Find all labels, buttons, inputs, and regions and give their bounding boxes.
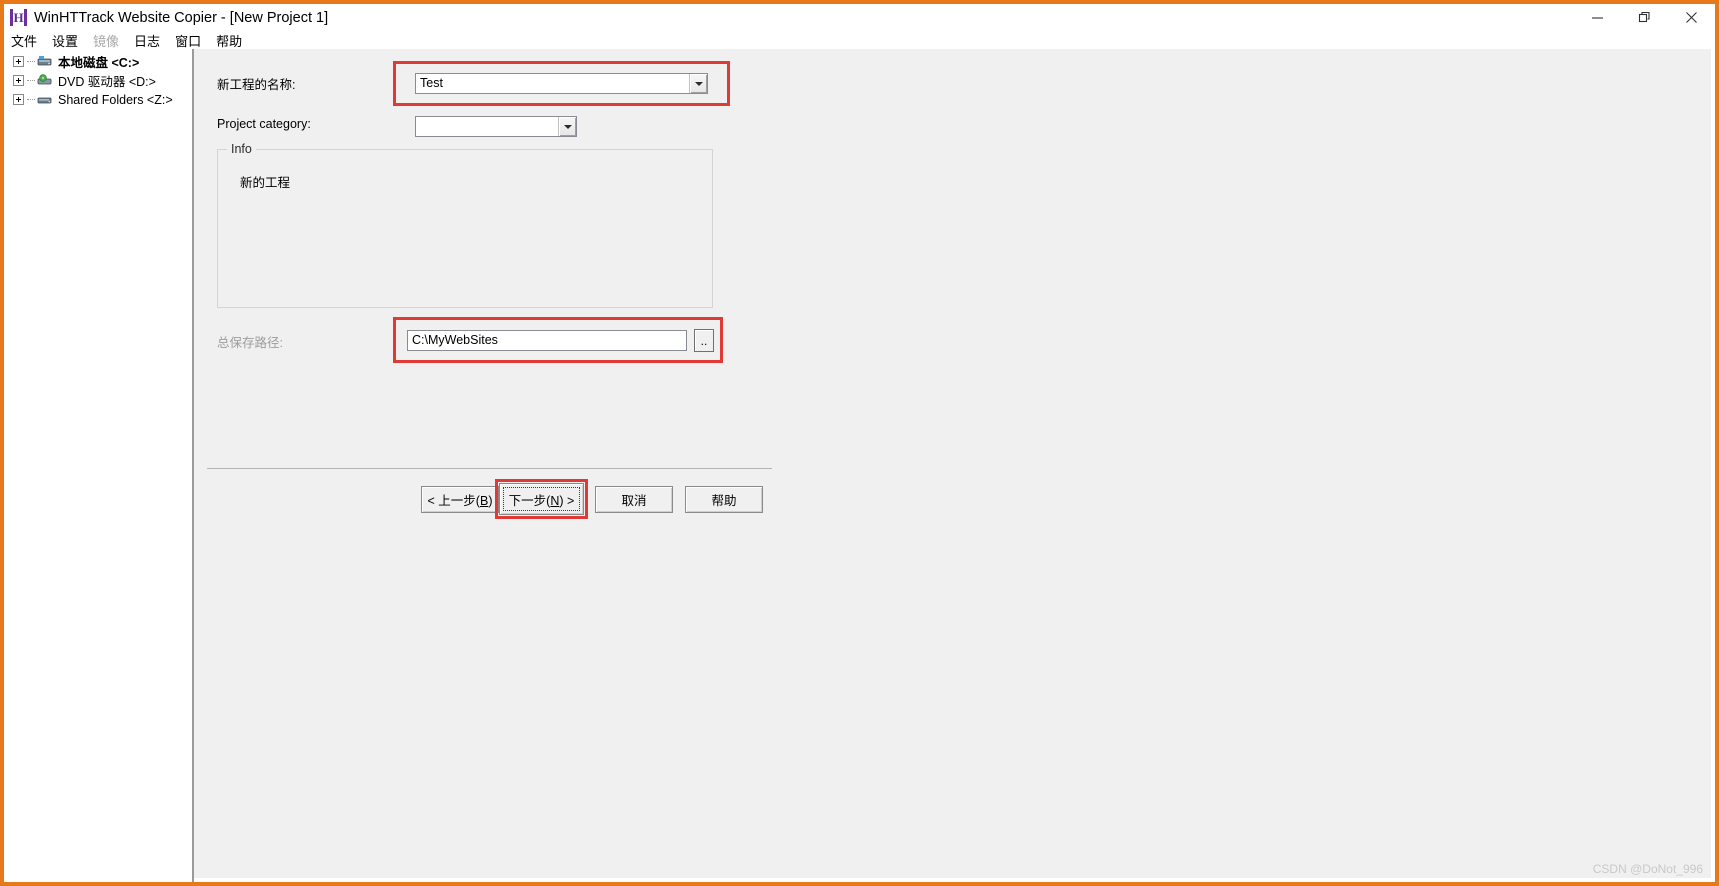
project-name-combobox[interactable]: Test <box>415 73 708 94</box>
network-drive-icon <box>37 93 53 107</box>
sidebar-drive-tree: 本地磁盘 <C:> DVD 驱动器 <D:> Shared Folders <Z… <box>8 49 194 882</box>
menu-file[interactable]: 文件 <box>11 31 37 50</box>
menu-log[interactable]: 日志 <box>134 31 160 50</box>
dvd-drive-icon <box>37 73 53 88</box>
back-button[interactable]: < 上一步(B) <box>421 486 499 513</box>
save-path-label: 总保存路径: <box>217 336 283 350</box>
info-groupbox-title: Info <box>227 142 256 156</box>
sidebar-item-label: 本地磁盘 <C:> <box>58 56 140 70</box>
menu-mirror[interactable]: 镜像 <box>93 31 119 50</box>
tree-connector <box>27 60 35 63</box>
help-button[interactable]: 帮助 <box>685 486 763 513</box>
minimize-button[interactable] <box>1574 4 1621 31</box>
app-logo-icon: H <box>10 9 27 26</box>
next-button-label: 下一步(N) > <box>508 493 575 508</box>
sidebar-item-label: DVD 驱动器 <D:> <box>58 75 156 89</box>
help-button-label: 帮助 <box>711 494 737 508</box>
sidebar-item-label: Shared Folders <Z:> <box>58 92 173 107</box>
hard-drive-icon <box>37 55 53 69</box>
back-button-label: < 上一步(B) <box>427 494 493 508</box>
close-icon <box>1686 12 1697 23</box>
save-path-input[interactable]: C:\MyWebSites <box>407 330 687 351</box>
menu-window[interactable]: 窗口 <box>175 31 201 50</box>
sidebar-item-local-disk[interactable]: 本地磁盘 <C:> <box>8 52 192 71</box>
project-category-label: Project category: <box>217 117 311 131</box>
expand-plus-icon[interactable] <box>13 56 24 67</box>
window-title: WinHTTrack Website Copier - [New Project… <box>34 9 329 26</box>
save-path-row: 总保存路径: <box>217 332 283 351</box>
next-button-focus-ring: 下一步(N) > <box>503 487 580 511</box>
expand-plus-icon[interactable] <box>13 75 24 86</box>
browse-folder-button[interactable]: .. <box>694 329 714 352</box>
close-button[interactable] <box>1668 4 1715 31</box>
tree-connector <box>27 79 35 82</box>
menu-help[interactable]: 帮助 <box>216 31 242 50</box>
minimize-icon <box>1592 17 1603 19</box>
app-window: H WinHTTrack Website Copier - [New Proje… <box>0 0 1719 886</box>
menu-settings[interactable]: 设置 <box>52 31 78 50</box>
next-button[interactable]: 下一步(N) > <box>499 483 584 515</box>
watermark: CSDN @DoNot_996 <box>1592 862 1703 876</box>
cancel-button-label: 取消 <box>621 494 647 508</box>
window-controls <box>1574 4 1715 31</box>
wizard-pane: 新工程的名称: Test Project category: Info 新的工程… <box>194 49 1711 878</box>
menu-bar: 文件 设置 镜像 日志 窗口 帮助 <box>4 31 1715 49</box>
chevron-down-icon[interactable] <box>558 117 576 136</box>
title-bar: H WinHTTrack Website Copier - [New Proje… <box>4 4 1715 31</box>
footer-separator <box>207 468 772 469</box>
sidebar-item-dvd-drive[interactable]: DVD 驱动器 <D:> <box>8 71 192 90</box>
restore-icon <box>1638 11 1650 23</box>
project-category-input[interactable] <box>416 117 558 136</box>
chevron-down-icon[interactable] <box>689 74 707 93</box>
info-groupbox-text: 新的工程 <box>240 176 291 190</box>
tree-connector <box>27 98 35 101</box>
info-groupbox: Info 新的工程 <box>217 142 713 308</box>
cancel-button[interactable]: 取消 <box>595 486 673 513</box>
project-name-input[interactable]: Test <box>416 74 689 93</box>
expand-plus-icon[interactable] <box>13 94 24 105</box>
restore-button[interactable] <box>1621 4 1668 31</box>
sidebar-item-shared-folders[interactable]: Shared Folders <Z:> <box>8 90 192 109</box>
project-category-row: Project category: <box>217 117 311 131</box>
project-name-label: 新工程的名称: <box>217 78 296 92</box>
project-name-row: 新工程的名称: <box>217 74 295 93</box>
project-category-combobox[interactable] <box>415 116 577 137</box>
